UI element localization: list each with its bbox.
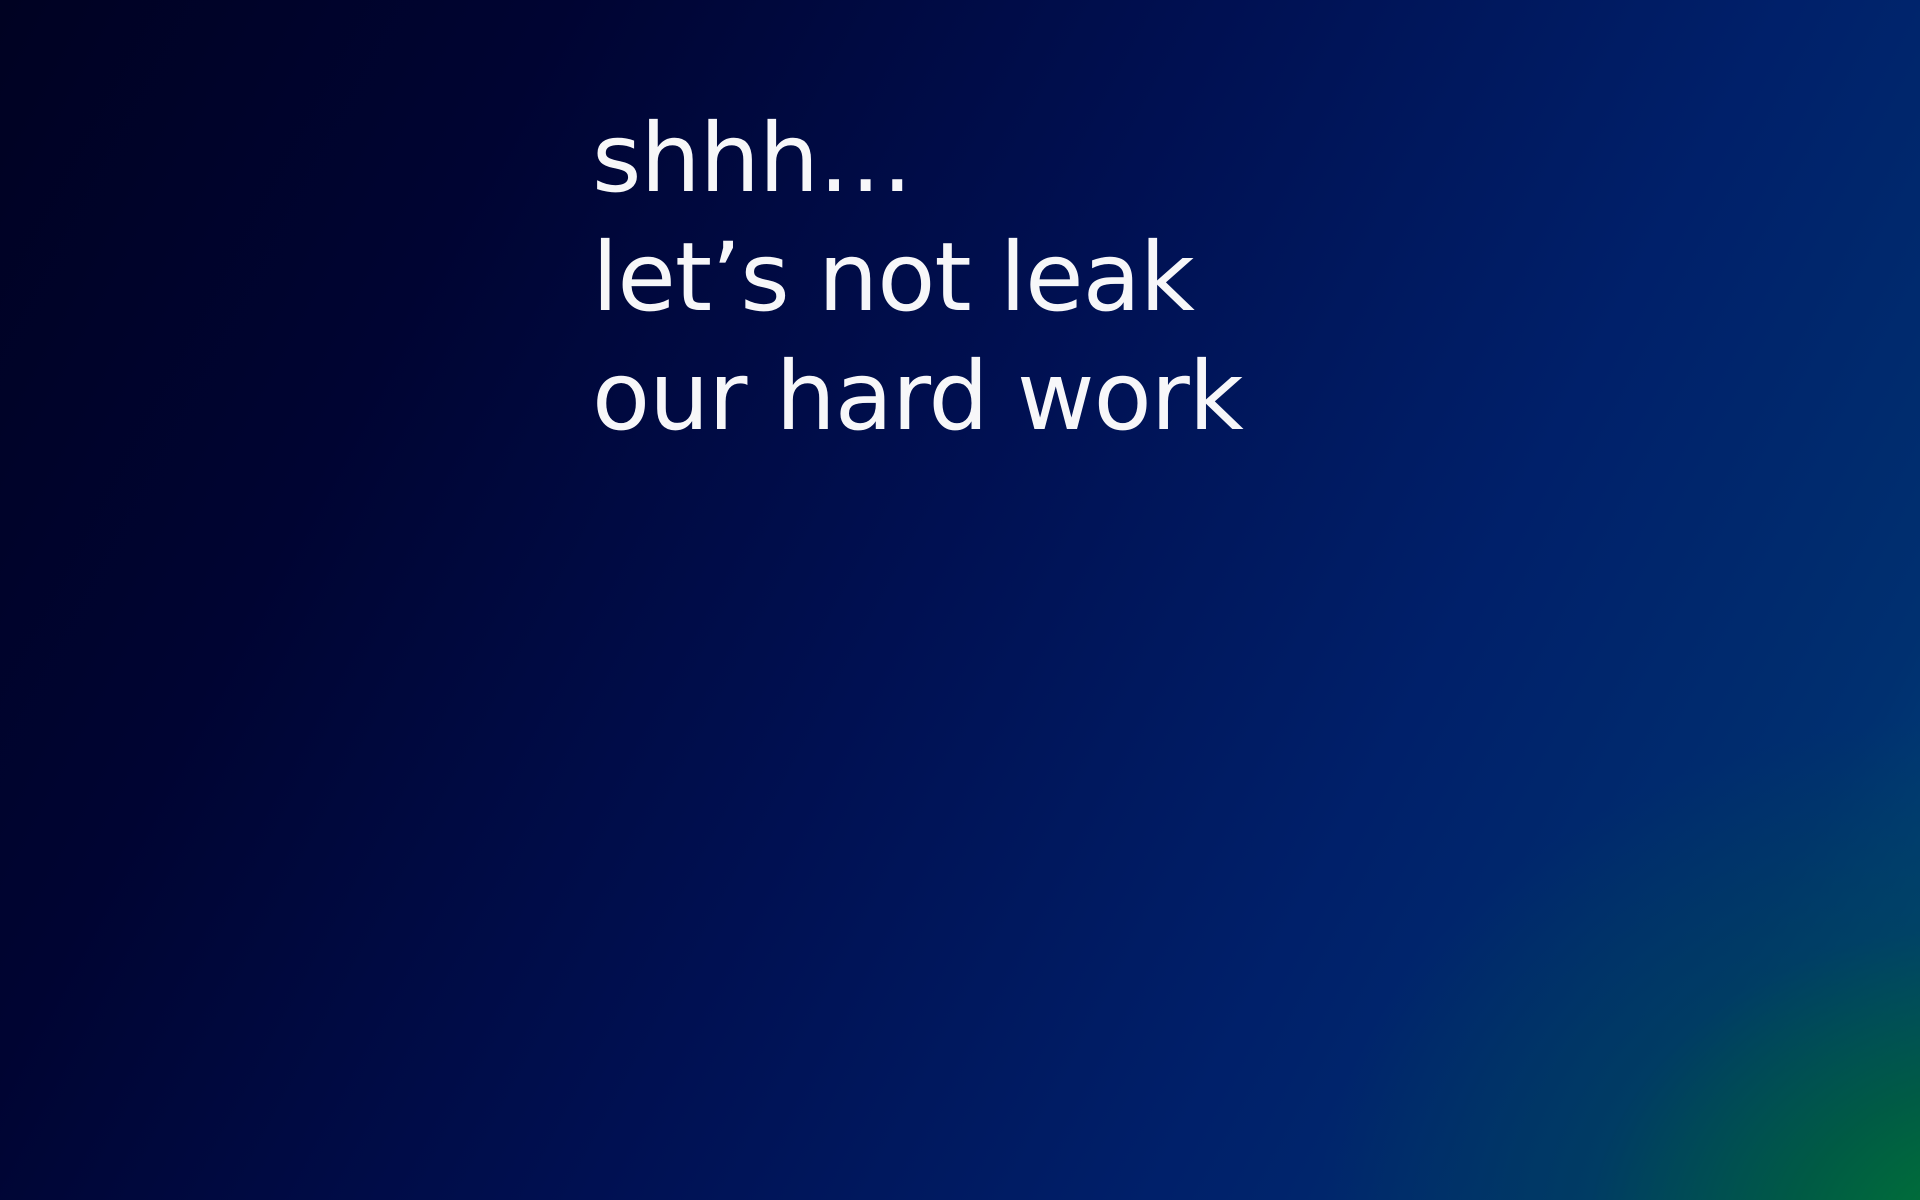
message-line-2: let’s not leak bbox=[592, 223, 1195, 333]
setup-message: shhh… let’s not leak our hard work bbox=[592, 100, 1244, 457]
message-line-1: shhh… bbox=[592, 104, 913, 214]
message-line-3: our hard work bbox=[592, 342, 1244, 452]
